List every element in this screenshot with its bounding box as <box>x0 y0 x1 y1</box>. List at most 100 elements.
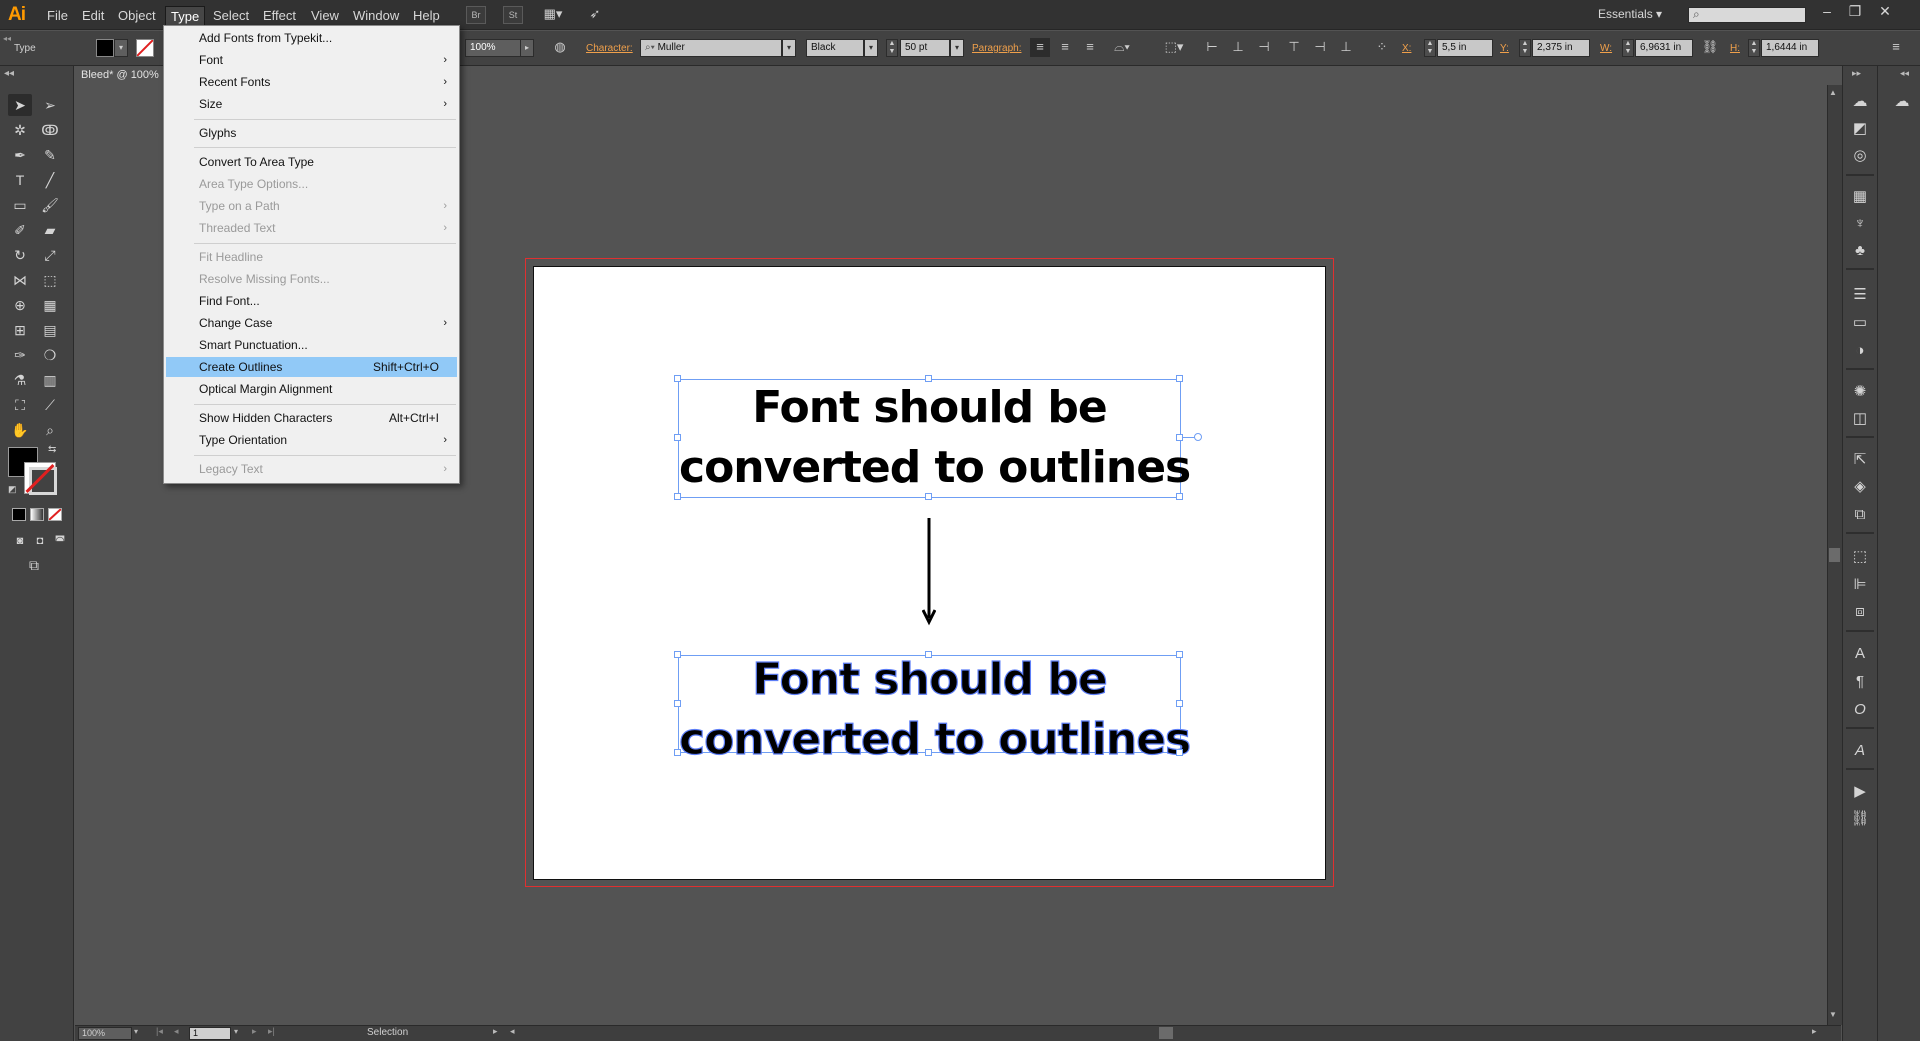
resize-handle[interactable] <box>925 493 932 500</box>
menu-item-smart-punctuation[interactable]: Smart Punctuation... <box>166 335 457 355</box>
menu-file[interactable]: File <box>42 6 73 25</box>
paragraph-icon[interactable]: ¶ <box>1848 671 1872 693</box>
gradient-mode-icon[interactable] <box>30 508 44 521</box>
menu-edit[interactable]: Edit <box>77 6 109 25</box>
resize-handle[interactable] <box>674 749 681 756</box>
menu-select[interactable]: Select <box>208 6 254 25</box>
menu-window[interactable]: Window <box>348 6 404 25</box>
align-left-icon[interactable]: ≡ <box>1030 38 1050 57</box>
horizontal-align-center-icon[interactable]: ⊥ <box>1228 38 1248 57</box>
opacity-arrow-icon[interactable]: ▸ <box>520 39 534 57</box>
vertical-align-top-icon[interactable]: ⊤ <box>1284 38 1304 57</box>
vertical-scroll-thumb[interactable] <box>1829 548 1840 562</box>
control-panel-menu-icon[interactable]: ≡ <box>1886 38 1906 57</box>
lasso-tool-icon[interactable]: ↂ <box>38 119 62 141</box>
brushes-icon[interactable]: ♆ <box>1848 213 1872 235</box>
y-stepper[interactable]: ▲ ▼ <box>1519 39 1531 57</box>
x-field[interactable]: 5,5 in <box>1437 39 1493 57</box>
vertical-align-bottom-icon[interactable]: ⊥ <box>1336 38 1356 57</box>
creative-cloud-libraries-icon[interactable]: ☁ <box>1890 91 1914 113</box>
outlined-line-1[interactable]: Font should be <box>679 650 1180 710</box>
scroll-up-icon[interactable]: ▲ <box>1829 88 1837 97</box>
opacity-field[interactable]: 100% <box>465 39 524 57</box>
zoom-tool-icon[interactable]: ⌕ <box>38 419 62 441</box>
none-mode-icon[interactable] <box>48 508 62 521</box>
headline-line-1[interactable]: Font should be <box>679 378 1180 438</box>
menu-item-glyphs[interactable]: Glyphs <box>166 123 457 143</box>
resize-handle[interactable] <box>1176 700 1183 707</box>
eraser-tool-icon[interactable]: ▰ <box>38 219 62 241</box>
links-icon[interactable]: ⛓ <box>1848 808 1872 830</box>
font-size-field[interactable]: 50 pt <box>900 39 950 57</box>
resize-handle[interactable] <box>1176 375 1183 382</box>
symbol-sprayer-tool-icon[interactable]: ⚗ <box>8 369 32 391</box>
zoom-field[interactable]: 100% <box>78 1027 132 1040</box>
outlined-line-2[interactable]: converted to outlines <box>678 710 1191 770</box>
paintbrush-tool-icon[interactable]: 🖌 <box>38 194 62 216</box>
artboards-icon[interactable]: ⧉ <box>1848 504 1872 526</box>
menu-object[interactable]: Object <box>113 6 161 25</box>
status-menu-arrow-icon[interactable]: ▸ <box>493 1026 498 1037</box>
menu-effect[interactable]: Effect <box>258 6 301 25</box>
align-center-icon[interactable]: ≡ <box>1055 38 1075 57</box>
w-field[interactable]: 6,9631 in <box>1635 39 1693 57</box>
minimize-button[interactable]: – <box>1814 2 1840 22</box>
transform-icon[interactable]: ⬚ <box>1848 546 1872 568</box>
font-style-dropdown-icon[interactable]: ▾ <box>864 39 878 57</box>
mesh-tool-icon[interactable]: ⊞ <box>8 319 32 341</box>
recolor-icon[interactable]: ◍ <box>550 38 570 57</box>
search-input[interactable]: ⌕ <box>1688 7 1806 23</box>
type-tool-icon[interactable]: T <box>8 169 32 191</box>
resize-handle[interactable] <box>1176 749 1183 756</box>
libraries-icon[interactable]: ☁ <box>1848 91 1872 113</box>
horizontal-scroll-thumb[interactable] <box>1159 1027 1173 1039</box>
horizontal-align-left-icon[interactable]: ⊢ <box>1202 38 1222 57</box>
color-mode-icon[interactable] <box>12 508 26 521</box>
tools-collapse-icon[interactable]: ◂◂ <box>4 68 14 79</box>
default-fill-stroke-icon[interactable]: ◩ <box>8 484 17 495</box>
menu-item-optical-margin-alignment[interactable]: Optical Margin Alignment <box>166 379 457 399</box>
bridge-button[interactable]: Br <box>466 6 486 24</box>
zoom-dropdown-icon[interactable]: ▾ <box>134 1027 138 1036</box>
menu-item-add-fonts-from-typekit[interactable]: Add Fonts from Typekit... <box>166 28 457 48</box>
menu-item-change-case[interactable]: Change Case › <box>166 313 457 333</box>
width-tool-icon[interactable]: ⋈ <box>8 269 32 291</box>
transparency-icon[interactable]: ◑ <box>1848 340 1872 362</box>
shape-builder-tool-icon[interactable]: ⊕ <box>8 294 32 316</box>
font-family-dropdown-icon[interactable]: ▾ <box>782 39 796 57</box>
appearance-icon[interactable]: ✺ <box>1848 381 1872 403</box>
artboard-dropdown-icon[interactable]: ▾ <box>234 1027 238 1036</box>
restore-button[interactable]: ❐ <box>1842 2 1868 22</box>
align-right-icon[interactable]: ≡ <box>1080 38 1100 57</box>
draw-inside-icon[interactable]: ◚ <box>48 530 72 552</box>
transform-reference-icon[interactable]: ⁘ <box>1372 38 1392 57</box>
menu-item-create-outlines[interactable]: Create Outlines Shift+Ctrl+O <box>166 357 457 377</box>
live-text-frame[interactable]: Font should be converted to outlines <box>678 378 1191 498</box>
swatches-icon[interactable]: ▦ <box>1848 186 1872 208</box>
next-artboard-icon[interactable]: ▸ <box>252 1026 257 1037</box>
free-transform-tool-icon[interactable]: ⬚ <box>38 269 62 291</box>
resize-handle[interactable] <box>674 493 681 500</box>
y-field[interactable]: 2,375 in <box>1532 39 1590 57</box>
scroll-left-icon[interactable]: ◂ <box>510 1026 515 1037</box>
stock-button[interactable]: St <box>503 6 523 24</box>
stroke-color-swatch[interactable] <box>136 39 154 57</box>
gradient-tool-icon[interactable]: ▤ <box>38 319 62 341</box>
layers-icon[interactable]: ◈ <box>1848 476 1872 498</box>
blend-tool-icon[interactable]: ❍ <box>38 344 62 366</box>
eyedropper-tool-icon[interactable]: ✑ <box>8 344 32 366</box>
font-style-field[interactable]: Black <box>806 39 864 57</box>
selection-tool-icon[interactable]: ➤ <box>8 94 32 116</box>
artboard-number-field[interactable]: 1 <box>189 1027 231 1040</box>
resize-handle[interactable] <box>674 434 681 441</box>
character-icon[interactable]: A <box>1848 643 1872 665</box>
symbols-icon[interactable]: ♣ <box>1848 240 1872 262</box>
font-family-field[interactable]: ⌕▾ Muller <box>640 39 782 57</box>
horizontal-align-right-icon[interactable]: ⊣ <box>1254 38 1274 57</box>
screen-mode-icon[interactable]: ⧉ <box>22 554 46 576</box>
x-stepper[interactable]: ▲ ▼ <box>1424 39 1436 57</box>
dock-collapse-icon[interactable]: ▸▸ <box>1852 68 1861 79</box>
hand-tool-icon[interactable]: ✋ <box>8 419 32 441</box>
curvature-tool-icon[interactable]: ✎ <box>38 144 62 166</box>
graphic-styles-icon[interactable]: ◫ <box>1848 408 1872 430</box>
